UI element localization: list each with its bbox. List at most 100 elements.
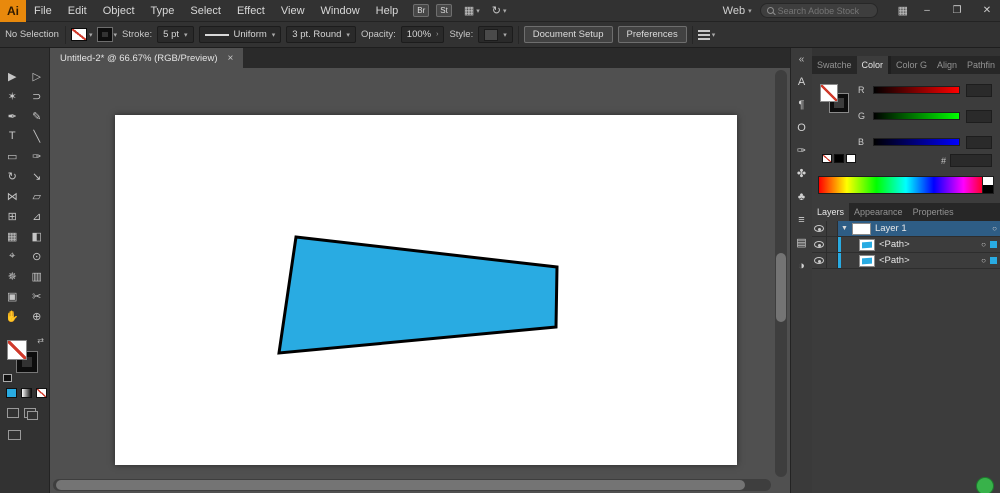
- brush-dropdown[interactable]: 3 pt. Round ▾: [286, 26, 356, 43]
- menu-item[interactable]: Help: [368, 5, 407, 17]
- column-graph-tool[interactable]: ▥: [25, 266, 50, 286]
- close-tab-icon[interactable]: ×: [227, 53, 233, 64]
- green-slider[interactable]: [873, 112, 960, 120]
- disclosure-triangle-icon[interactable]: ▼: [841, 225, 848, 232]
- visibility-toggle[interactable]: [812, 221, 827, 236]
- free-transform-tool[interactable]: ▱: [25, 186, 50, 206]
- eyedropper-tool[interactable]: ⌖: [0, 246, 25, 266]
- hand-tool[interactable]: ✋: [0, 306, 25, 326]
- tab-color-guide[interactable]: Color G: [891, 56, 932, 74]
- selection-tool[interactable]: ▶: [0, 66, 25, 86]
- lasso-tool[interactable]: ⊃: [25, 86, 50, 106]
- default-fill-stroke-icon[interactable]: [3, 374, 12, 382]
- pencil-tool[interactable]: ✎: [25, 106, 50, 126]
- type-tool[interactable]: T: [0, 126, 25, 146]
- horizontal-scrollbar[interactable]: [53, 479, 771, 491]
- path-name[interactable]: <Path>: [879, 239, 977, 250]
- color-mode-button[interactable]: [6, 388, 17, 398]
- lock-toggle[interactable]: [827, 221, 838, 236]
- rotate-tool[interactable]: ↻: [0, 166, 25, 186]
- fill-proxy[interactable]: [7, 340, 27, 360]
- blue-slider[interactable]: [873, 138, 960, 146]
- vertical-scrollbar-thumb[interactable]: [776, 253, 786, 323]
- pen-tool[interactable]: ✒: [0, 106, 25, 126]
- red-value-field[interactable]: [966, 83, 992, 97]
- width-profile-dropdown[interactable]: Uniform ▾: [198, 26, 282, 43]
- artboard-tool[interactable]: ▣: [0, 286, 25, 306]
- screen-mode-button[interactable]: [8, 430, 21, 440]
- draw-normal-button[interactable]: [7, 408, 19, 418]
- width-tool[interactable]: ⋈: [0, 186, 25, 206]
- stroke-color-control[interactable]: ▾: [97, 28, 117, 41]
- document-setup-button[interactable]: Document Setup: [523, 26, 613, 43]
- close-button[interactable]: ✕: [976, 5, 998, 16]
- stock-button[interactable]: St: [436, 4, 452, 17]
- vertical-scrollbar[interactable]: [775, 70, 787, 477]
- white-swatch[interactable]: [846, 154, 856, 163]
- tab-properties[interactable]: Properties: [908, 203, 959, 221]
- tab-appearance[interactable]: Appearance: [849, 203, 908, 221]
- minimize-button[interactable]: –: [916, 5, 938, 16]
- zoom-tool[interactable]: ⊕: [25, 306, 50, 326]
- rectangle-tool[interactable]: ▭: [0, 146, 25, 166]
- selection-indicator[interactable]: [990, 257, 997, 264]
- visibility-toggle[interactable]: [812, 253, 827, 268]
- graphic-styles-panel-icon[interactable]: ✤: [797, 168, 806, 181]
- scale-tool[interactable]: ↘: [25, 166, 50, 186]
- preferences-button[interactable]: Preferences: [617, 26, 687, 43]
- menu-item[interactable]: File: [26, 5, 60, 17]
- draw-behind-button[interactable]: [24, 408, 38, 420]
- style-dropdown[interactable]: ▾: [478, 26, 513, 43]
- tab-align[interactable]: Align: [932, 56, 962, 74]
- menu-item[interactable]: Select: [182, 5, 229, 17]
- visibility-toggle[interactable]: [812, 237, 827, 252]
- layout-icon[interactable]: ▦: [898, 4, 908, 17]
- tab-pathfinder[interactable]: Pathfin: [962, 56, 1000, 74]
- gradient-panel-icon[interactable]: ▤: [796, 237, 806, 250]
- stock-search[interactable]: [759, 3, 878, 18]
- target-icon[interactable]: ○: [981, 240, 986, 249]
- slice-tool[interactable]: ✂: [25, 286, 50, 306]
- gradient-tool[interactable]: ◧: [25, 226, 50, 246]
- menu-item[interactable]: Object: [95, 5, 143, 17]
- symbol-sprayer-tool[interactable]: ✵: [0, 266, 25, 286]
- workspace-switcher[interactable]: Web ▾: [723, 5, 752, 17]
- none-mode-button[interactable]: [36, 388, 47, 398]
- hex-field[interactable]: [950, 154, 992, 167]
- canvas[interactable]: [50, 68, 790, 493]
- layer-row-main[interactable]: <Path> ○: [838, 237, 1000, 252]
- align-options-control[interactable]: ▾: [697, 29, 715, 40]
- paragraph-panel-icon[interactable]: ¶: [799, 99, 805, 112]
- path-name[interactable]: <Path>: [879, 255, 977, 266]
- transparency-panel-icon[interactable]: ◑: [798, 260, 805, 273]
- path-thumbnail[interactable]: [859, 254, 875, 267]
- arrange-documents-control[interactable]: ▦ ▾: [464, 4, 480, 17]
- layer-row-main[interactable]: <Path> ○: [838, 253, 1000, 268]
- layer-thumbnail[interactable]: [851, 222, 871, 235]
- layer-row-main[interactable]: ▼ Layer 1 ○: [838, 221, 1000, 236]
- magic-wand-tool[interactable]: ✶: [0, 86, 25, 106]
- black-swatch[interactable]: [834, 154, 844, 163]
- blend-tool[interactable]: ⊙: [25, 246, 50, 266]
- bridge-button[interactable]: Br: [413, 4, 430, 17]
- lock-toggle[interactable]: [827, 237, 838, 252]
- fill-proxy[interactable]: [820, 84, 838, 102]
- path-thumbnail[interactable]: [859, 238, 875, 251]
- status-notification-icon[interactable]: [976, 477, 994, 493]
- opentype-panel-icon[interactable]: O: [797, 122, 806, 135]
- color-spectrum[interactable]: [818, 176, 994, 194]
- menu-item[interactable]: View: [273, 5, 313, 17]
- shape-builder-tool[interactable]: ⊞: [0, 206, 25, 226]
- layer-row-path1[interactable]: <Path> ○: [812, 237, 1000, 253]
- tab-swatches[interactable]: Swatche: [812, 56, 857, 74]
- opacity-field[interactable]: 100% ›: [400, 26, 445, 43]
- paintbrush-tool[interactable]: ✑: [25, 146, 50, 166]
- brushes-panel-icon[interactable]: ✑: [797, 145, 806, 158]
- none-swatch[interactable]: [822, 154, 832, 163]
- horizontal-scrollbar-thumb[interactable]: [56, 480, 746, 490]
- layer-row-layer1[interactable]: ▼ Layer 1 ○: [812, 221, 1000, 237]
- target-icon[interactable]: ○: [981, 256, 986, 265]
- layer-name[interactable]: Layer 1: [875, 223, 988, 234]
- menu-item[interactable]: Effect: [229, 5, 273, 17]
- document-tab[interactable]: Untitled-2* @ 66.67% (RGB/Preview) ×: [50, 48, 244, 68]
